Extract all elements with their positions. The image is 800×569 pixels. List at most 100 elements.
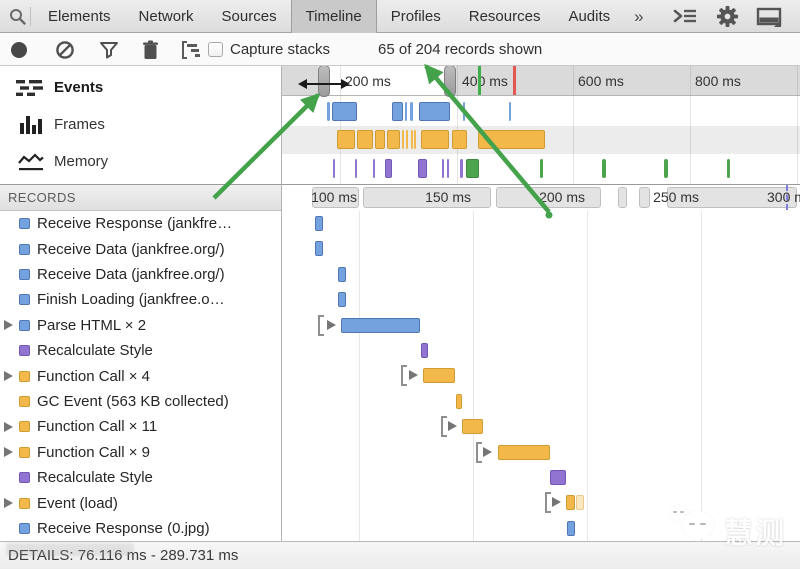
record-label: GC Event (563 KB collected) bbox=[37, 393, 229, 410]
group-bracket bbox=[545, 492, 551, 513]
overview-painting_purple-bar bbox=[385, 159, 392, 178]
timeline-record-bar[interactable] bbox=[423, 368, 455, 383]
timeline-record-bar[interactable] bbox=[550, 470, 566, 485]
tab-profiles[interactable]: Profiles bbox=[377, 0, 455, 33]
timeline-record-bar[interactable] bbox=[315, 216, 323, 231]
filter-icon[interactable] bbox=[99, 41, 119, 59]
sidebar-item-frames[interactable]: Frames bbox=[0, 106, 281, 143]
record-list-item[interactable]: Finish Loading (jankfree.o… bbox=[0, 287, 281, 312]
main-ruler-label: 250 ms bbox=[653, 189, 699, 205]
frame-duration-bar bbox=[618, 187, 627, 208]
timeline-record-bar[interactable] bbox=[338, 292, 346, 307]
overview-painting_purple-bar bbox=[418, 159, 427, 178]
expander-triangle-icon[interactable] bbox=[327, 320, 336, 330]
overview-scripting-bar bbox=[357, 130, 373, 149]
record-label: Function Call × 11 bbox=[37, 418, 157, 435]
overview-scripting-bar bbox=[421, 130, 449, 149]
dock-side-icon[interactable] bbox=[756, 7, 784, 28]
tab-network[interactable]: Network bbox=[125, 0, 208, 33]
main-ruler-label: 300 ms bbox=[767, 189, 800, 205]
expander-triangle-icon[interactable] bbox=[483, 447, 492, 457]
overview-gridline bbox=[690, 66, 691, 184]
record-label: Recalculate Style bbox=[37, 342, 153, 359]
settings-gear-icon[interactable] bbox=[716, 5, 739, 28]
record-list-item[interactable]: Recalculate Style bbox=[0, 465, 281, 490]
tab-timeline[interactable]: Timeline bbox=[291, 0, 377, 33]
timeline-record-bar[interactable] bbox=[421, 343, 428, 358]
frame-duration-bar bbox=[639, 187, 650, 208]
expander-triangle-icon[interactable] bbox=[4, 447, 13, 457]
main-gridline bbox=[587, 211, 588, 541]
load-event-line bbox=[786, 185, 788, 210]
overview-painting_green-bar bbox=[466, 159, 479, 178]
selection-handle-right[interactable] bbox=[444, 66, 456, 97]
timeline-record-bar[interactable] bbox=[566, 495, 575, 510]
overview-scripting-bar bbox=[387, 130, 400, 149]
record-label: Receive Response (jankfre… bbox=[37, 215, 232, 232]
overview-gridline bbox=[797, 66, 798, 184]
tab-elements[interactable]: Elements bbox=[34, 0, 125, 33]
flame-chart-icon[interactable] bbox=[181, 41, 207, 59]
sidebar-item-events[interactable]: Events bbox=[0, 69, 281, 106]
timeline-record-bar[interactable] bbox=[462, 419, 483, 434]
record-label: Parse HTML × 2 bbox=[37, 317, 146, 334]
overview-painting_purple-bar bbox=[460, 159, 463, 178]
overview-gridline bbox=[573, 66, 574, 184]
expander-triangle-icon[interactable] bbox=[4, 371, 13, 381]
record-list-item[interactable]: Receive Response (0.jpg) bbox=[0, 516, 281, 541]
sidebar-item-memory[interactable]: Memory bbox=[0, 143, 281, 180]
overview-loading-bar bbox=[332, 102, 357, 121]
devtools-tabbar: ElementsNetworkSourcesTimelineProfilesRe… bbox=[0, 0, 800, 33]
capture-stacks-checkbox[interactable] bbox=[208, 42, 223, 57]
record-list-item[interactable]: Function Call × 4 bbox=[0, 363, 281, 388]
toolbar-separator bbox=[30, 7, 31, 26]
record-label: Receive Response (0.jpg) bbox=[37, 520, 210, 537]
record-list-item[interactable]: Recalculate Style bbox=[0, 338, 281, 363]
search-icon[interactable] bbox=[9, 8, 26, 25]
frames-icon bbox=[15, 115, 47, 134]
record-button[interactable] bbox=[11, 42, 27, 58]
record-list-item[interactable]: Function Call × 11 bbox=[0, 414, 281, 439]
record-list-item[interactable]: Parse HTML × 2 bbox=[0, 313, 281, 338]
overview-scripting-bar bbox=[414, 130, 416, 149]
timeline-record-bar[interactable] bbox=[498, 445, 550, 460]
expander-triangle-icon[interactable] bbox=[4, 498, 13, 508]
tab-resources[interactable]: Resources bbox=[455, 0, 555, 33]
clear-button[interactable] bbox=[55, 40, 75, 60]
mode-label: Frames bbox=[54, 116, 105, 133]
record-list-item[interactable]: Function Call × 9 bbox=[0, 440, 281, 465]
record-label: Function Call × 4 bbox=[37, 368, 150, 385]
devtools-window: ElementsNetworkSourcesTimelineProfilesRe… bbox=[0, 0, 800, 569]
tab-audits[interactable]: Audits bbox=[554, 0, 624, 33]
timeline-toolbar: Capture stacks 65 of 204 records shown bbox=[0, 33, 800, 66]
overview-ruler-label: 400 ms bbox=[462, 73, 508, 89]
timeline-record-bar[interactable] bbox=[567, 521, 575, 536]
record-list-item[interactable]: Receive Response (jankfre… bbox=[0, 211, 281, 236]
expander-triangle-icon[interactable] bbox=[4, 320, 13, 330]
expander-triangle-icon[interactable] bbox=[409, 370, 418, 380]
record-list-item[interactable]: GC Event (563 KB collected) bbox=[0, 389, 281, 414]
tab-sources[interactable]: Sources bbox=[208, 0, 291, 33]
record-list-item[interactable]: Receive Data (jankfree.org/) bbox=[0, 236, 281, 261]
overview-pane[interactable]: 200 ms400 ms600 ms800 ms bbox=[282, 66, 800, 184]
main-gridline bbox=[701, 211, 702, 541]
timeline-record-bar[interactable] bbox=[315, 241, 323, 256]
main-gridline bbox=[473, 211, 474, 541]
expander-triangle-icon[interactable] bbox=[4, 422, 13, 432]
record-list-item[interactable]: Receive Data (jankfree.org/) bbox=[0, 262, 281, 287]
overview-ruler-label: 800 ms bbox=[695, 73, 741, 89]
timeline-record-bar[interactable] bbox=[456, 394, 462, 409]
timeline-record-bar[interactable] bbox=[341, 318, 420, 333]
overview-event-marker bbox=[478, 66, 481, 95]
record-type-swatch bbox=[19, 244, 30, 255]
timeline-record-bar[interactable] bbox=[338, 267, 346, 282]
expander-triangle-icon[interactable] bbox=[448, 421, 457, 431]
record-type-swatch bbox=[19, 371, 30, 382]
overview-painting_purple-bar bbox=[373, 159, 375, 178]
record-label: Receive Data (jankfree.org/) bbox=[37, 266, 225, 283]
console-drawer-icon[interactable] bbox=[672, 6, 698, 27]
tab-overflow-chevron[interactable]: » bbox=[624, 0, 653, 33]
record-list-item[interactable]: Event (load) bbox=[0, 490, 281, 515]
expander-triangle-icon[interactable] bbox=[552, 497, 561, 507]
trash-icon[interactable] bbox=[142, 40, 159, 60]
